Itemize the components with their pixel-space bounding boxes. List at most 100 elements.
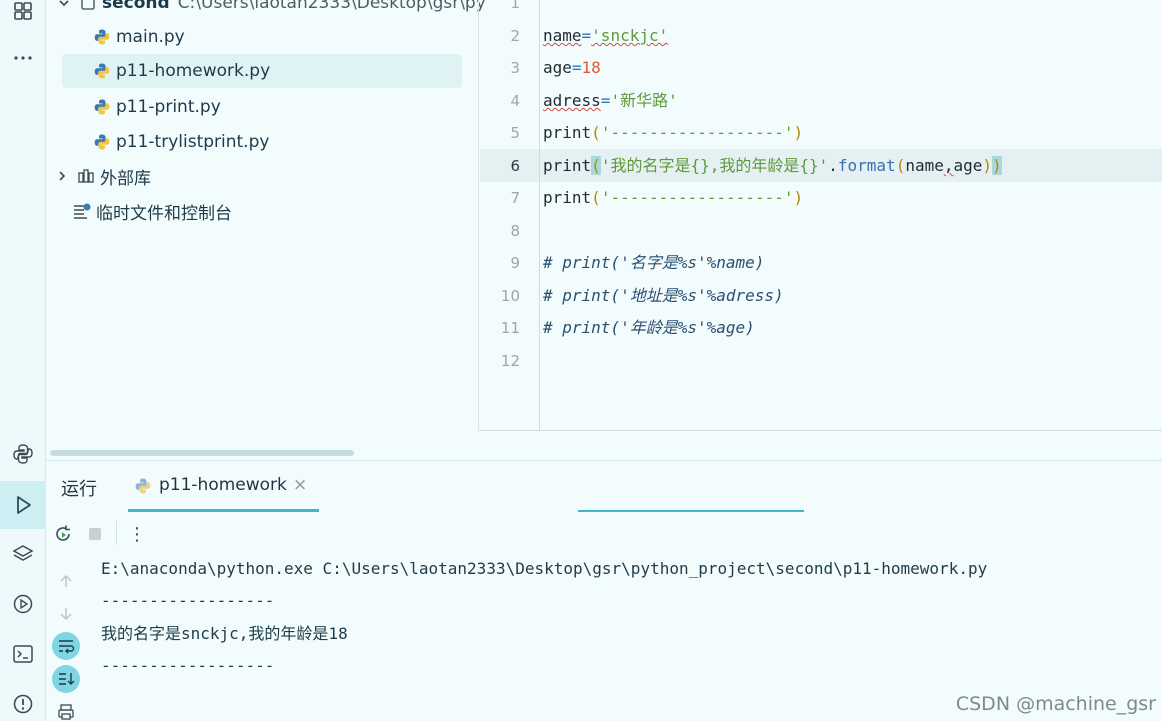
code-token: ( bbox=[895, 156, 906, 175]
code-line-5: print('------------------') bbox=[543, 117, 803, 149]
line-number: 11 bbox=[500, 319, 520, 337]
line-number: 4 bbox=[510, 92, 520, 110]
tree-file-p11-homework[interactable]: p11-homework.py bbox=[62, 54, 462, 88]
code-line-9: # print('名字是%s'%name) bbox=[543, 253, 765, 272]
code-token: ) bbox=[992, 156, 1002, 175]
code-line-6: print('我的名字是{},我的年龄是{}'.format(name,age)… bbox=[543, 150, 1002, 182]
code-token: '------------------' bbox=[600, 188, 794, 207]
library-icon bbox=[76, 166, 96, 186]
scroll-down-icon[interactable] bbox=[52, 600, 80, 628]
code-line-2: name='snckjc' bbox=[543, 20, 668, 52]
python-file-icon bbox=[134, 477, 154, 497]
code-token: 'snckjc' bbox=[591, 26, 669, 45]
code-token: name bbox=[905, 156, 944, 175]
run-tab-bar: 运行 p11-homework × bbox=[46, 461, 1162, 512]
code-token: . bbox=[828, 156, 838, 175]
tool-window-strip bbox=[0, 0, 46, 721]
code-token: ) bbox=[982, 156, 993, 175]
tree-file-p11-print[interactable]: p11-print.py bbox=[92, 90, 462, 124]
code-token: = bbox=[581, 26, 592, 45]
problems-icon[interactable] bbox=[0, 681, 46, 721]
code-token: '------------------' bbox=[600, 123, 794, 142]
code-token: ( bbox=[591, 156, 601, 175]
more-tools-icon[interactable] bbox=[0, 35, 46, 81]
console-output-line: 我的名字是snckjc,我的年龄是18 bbox=[101, 624, 348, 643]
code-editor[interactable]: 1 2 3 4 5 6 7 8 9 10 11 12 name='snckjc'… bbox=[478, 0, 1162, 430]
code-line-3: age=18 bbox=[543, 52, 601, 84]
print-icon[interactable] bbox=[52, 698, 80, 721]
code-token: = bbox=[600, 91, 611, 110]
code-token: '我的名字是{},我的年龄是{}' bbox=[600, 156, 829, 175]
tree-root-second[interactable]: second C:\Users\laotan2333\Desktop\gsr\p… bbox=[54, 0, 486, 20]
close-tab-icon[interactable]: × bbox=[293, 475, 307, 495]
tree-root-name: second bbox=[102, 0, 170, 13]
line-number-current: 6 bbox=[510, 157, 520, 175]
code-token: age bbox=[543, 58, 572, 77]
code-token: = bbox=[571, 58, 582, 77]
code-token: ) bbox=[793, 123, 804, 142]
scroll-up-icon[interactable] bbox=[52, 567, 80, 595]
tree-file-main[interactable]: main.py bbox=[92, 20, 462, 54]
active-tab-indicator bbox=[128, 509, 319, 512]
run-toolbar: ⋮ bbox=[46, 513, 1162, 553]
folder-icon bbox=[78, 0, 98, 13]
toolbar-divider bbox=[116, 521, 117, 545]
services-icon[interactable] bbox=[0, 581, 46, 627]
tree-file-p11-trylistprint[interactable]: p11-trylistprint.py bbox=[92, 125, 462, 159]
code-token: ( bbox=[591, 123, 601, 142]
line-number: 9 bbox=[510, 254, 520, 272]
console-output-line: E:\anaconda\python.exe C:\Users\laotan23… bbox=[101, 559, 988, 578]
code-token: adress bbox=[543, 91, 601, 110]
python-file-icon bbox=[92, 61, 112, 81]
run-tool-window: 运行 p11-homework × ⋮ E:\anaconda\python.e… bbox=[46, 460, 1162, 721]
tree-horizontal-scrollbar[interactable] bbox=[50, 450, 354, 456]
line-number: 10 bbox=[500, 287, 520, 305]
scroll-to-end-icon[interactable] bbox=[52, 665, 80, 693]
code-token: ) bbox=[793, 188, 804, 207]
stop-icon[interactable] bbox=[81, 520, 109, 548]
terminal-icon[interactable] bbox=[0, 631, 46, 677]
editor-bottom-border bbox=[478, 430, 1162, 431]
panel-accent-bar bbox=[578, 510, 804, 512]
project-tree: second C:\Users\laotan2333\Desktop\gsr\p… bbox=[46, 0, 486, 458]
code-token: '新华路' bbox=[610, 91, 678, 110]
line-number: 5 bbox=[510, 124, 520, 142]
run-icon[interactable] bbox=[0, 481, 46, 529]
console-output-line: ------------------ bbox=[101, 591, 275, 610]
run-tab-p11-homework[interactable]: p11-homework bbox=[159, 475, 287, 495]
tree-scratches-consoles[interactable]: 临时文件和控制台 bbox=[72, 194, 232, 228]
rerun-icon[interactable] bbox=[49, 520, 77, 548]
layers-icon[interactable] bbox=[0, 531, 46, 577]
more-options-icon[interactable]: ⋮ bbox=[123, 520, 151, 548]
console-output-line: ------------------ bbox=[101, 656, 275, 675]
tree-external-libraries[interactable]: 外部库 bbox=[52, 159, 151, 193]
line-number: 1 bbox=[510, 0, 520, 12]
line-number: 3 bbox=[510, 59, 520, 77]
code-line-4: adress='新华路' bbox=[543, 85, 678, 117]
watermark: CSDN @machine_gsr bbox=[955, 693, 1156, 715]
project-icon[interactable] bbox=[0, 0, 46, 34]
python-file-icon bbox=[92, 132, 112, 152]
line-number-gutter: 1 2 3 4 5 6 7 8 9 10 11 12 bbox=[479, 0, 540, 430]
code-token: format bbox=[837, 156, 896, 175]
code-line-10: # print('地址是%s'%adress) bbox=[543, 286, 784, 305]
python-console-icon[interactable] bbox=[0, 431, 46, 477]
code-line-7: print('------------------') bbox=[543, 182, 803, 214]
code-token: print bbox=[543, 188, 592, 207]
tree-root-path: C:\Users\laotan2333\Desktop\gsr\py bbox=[177, 0, 486, 13]
code-token: 18 bbox=[581, 58, 601, 77]
code-token: age bbox=[953, 156, 983, 175]
chevron-down-icon[interactable] bbox=[54, 0, 74, 13]
code-token: print bbox=[543, 123, 592, 142]
soft-wrap-icon[interactable] bbox=[52, 632, 80, 660]
scratches-label: 临时文件和控制台 bbox=[96, 203, 232, 224]
code-token: print bbox=[543, 156, 592, 175]
scratch-console-icon bbox=[72, 201, 92, 221]
chevron-right-icon[interactable] bbox=[52, 166, 72, 186]
run-panel-title: 运行 bbox=[61, 479, 97, 500]
line-number: 2 bbox=[510, 27, 520, 45]
line-number: 8 bbox=[510, 222, 520, 240]
code-line-11: # print('年龄是%s'%age) bbox=[543, 318, 755, 337]
line-number: 7 bbox=[510, 189, 520, 207]
code-token: , bbox=[943, 156, 954, 175]
